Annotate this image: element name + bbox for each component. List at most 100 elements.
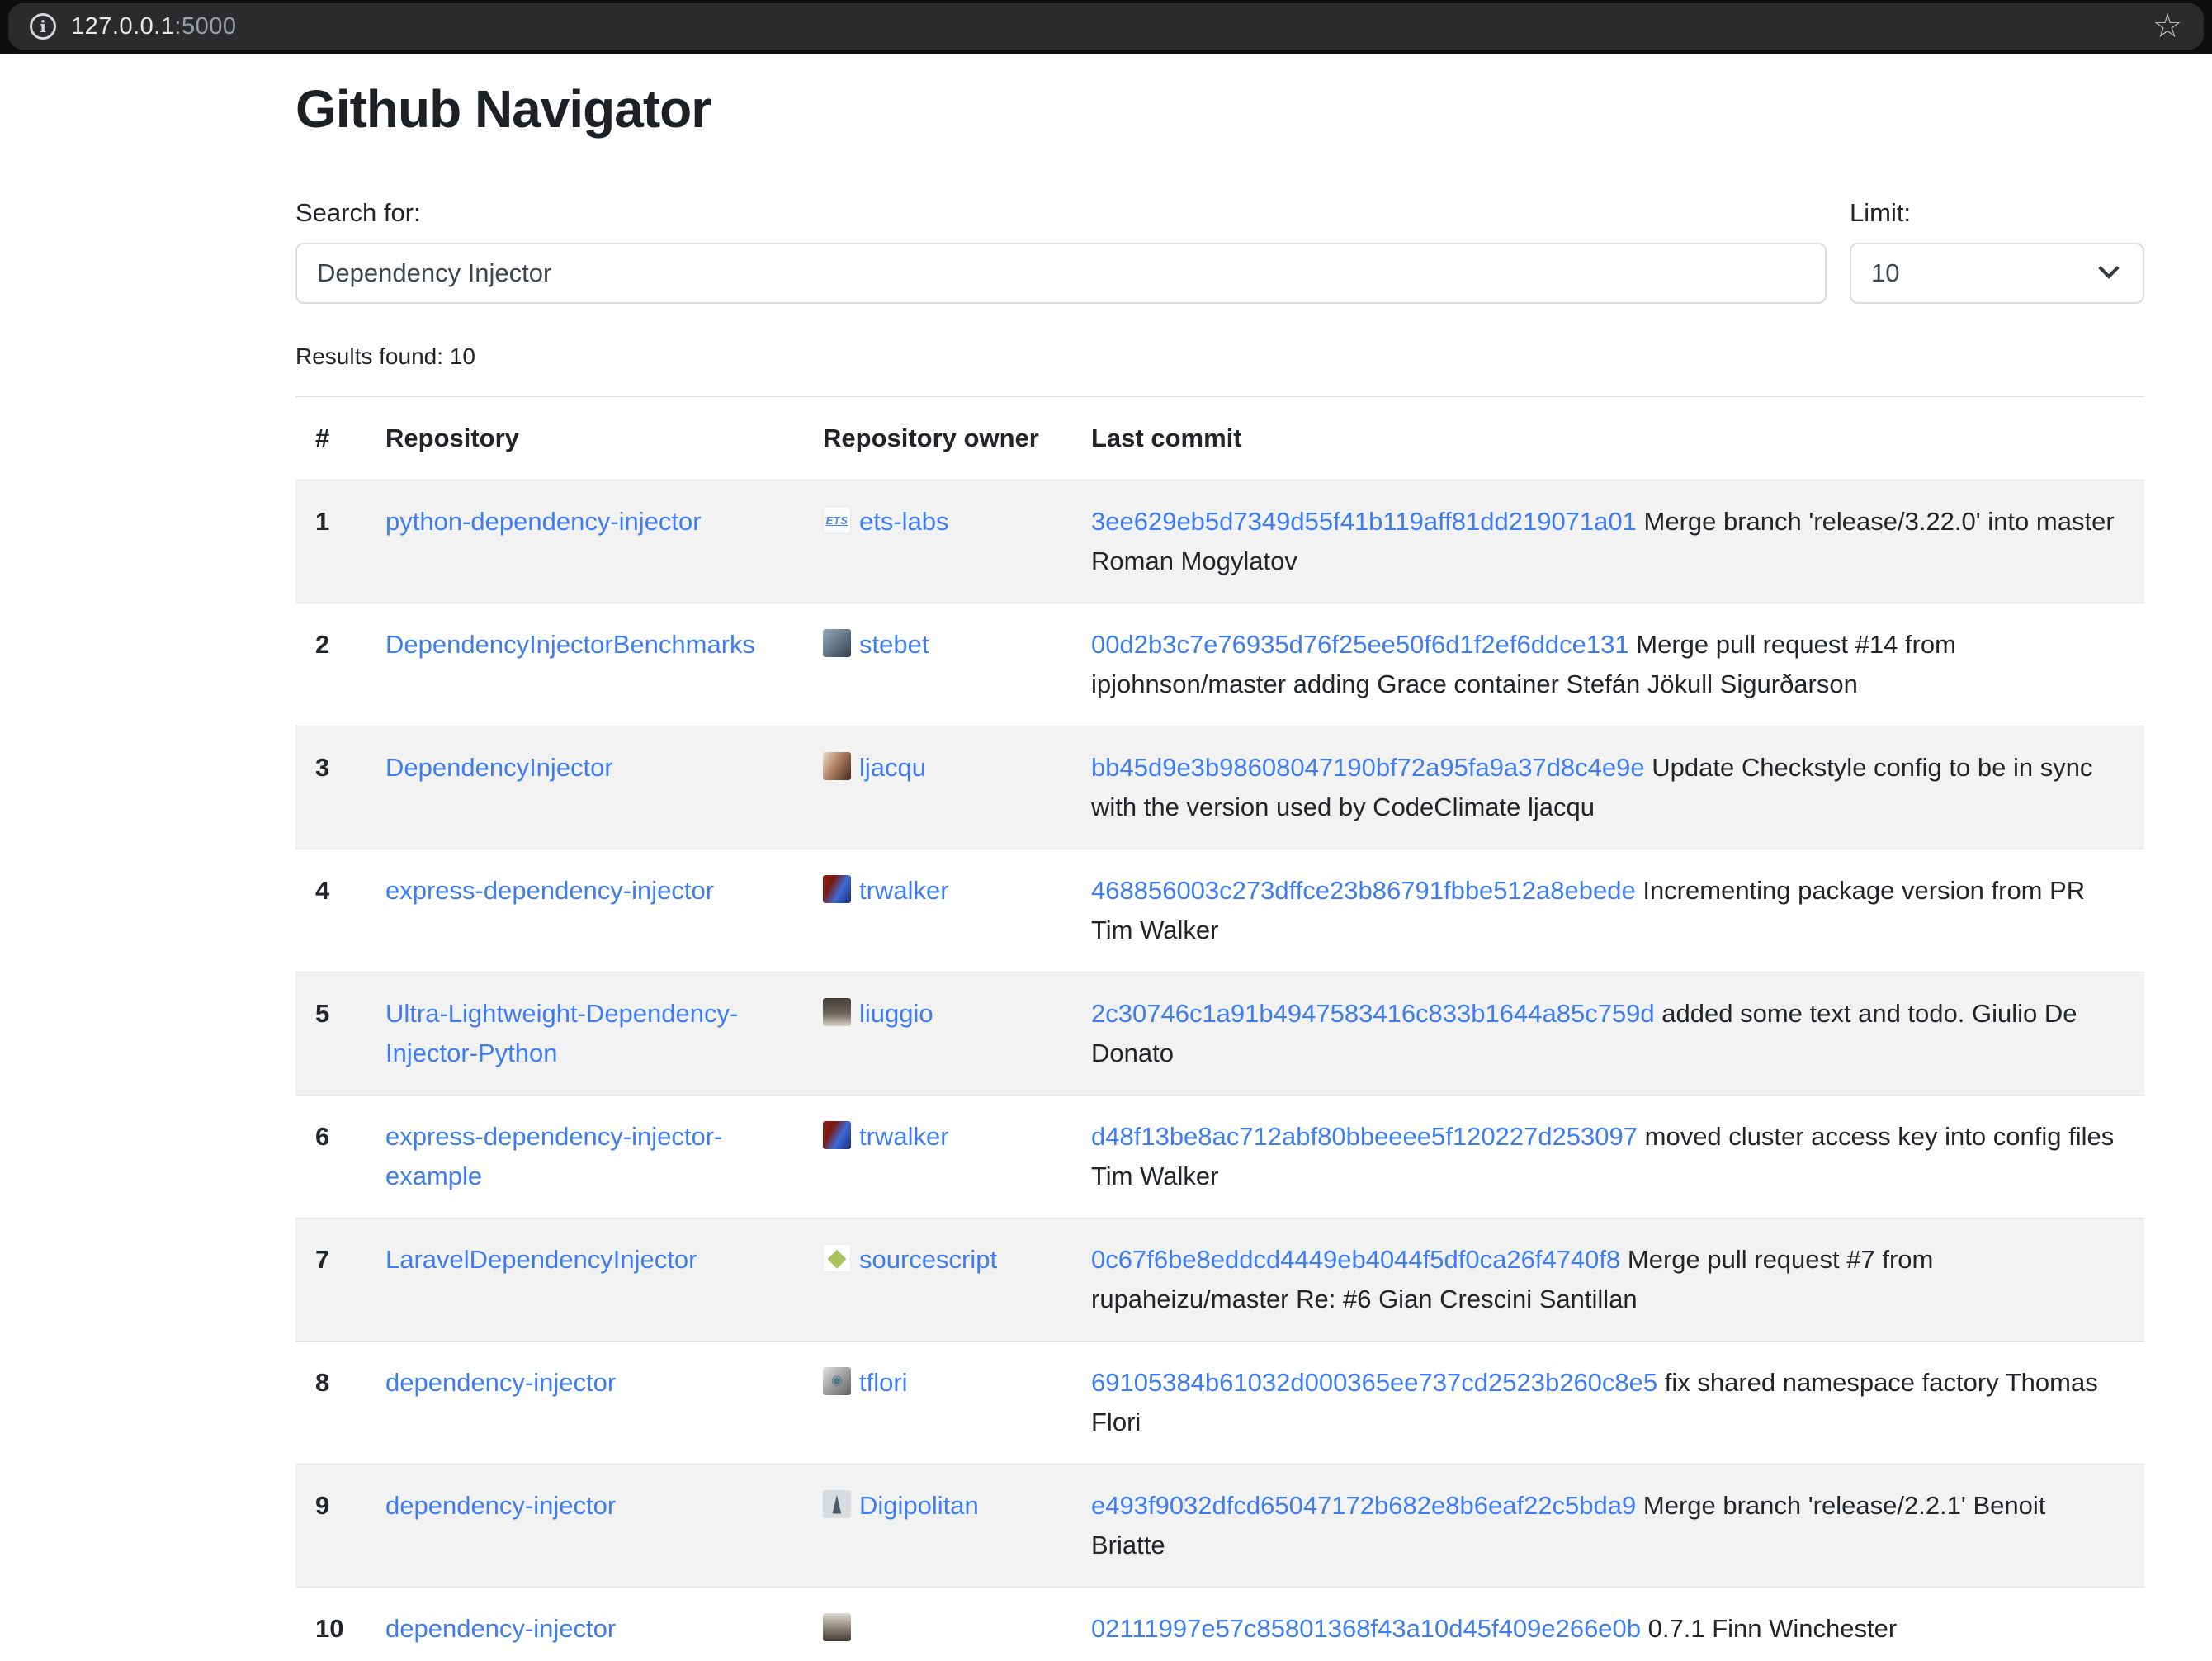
header-num: #	[295, 396, 366, 480]
row-number: 2	[295, 603, 366, 726]
commit-hash-link[interactable]: 02111997e57c85801368f43a10d45f409e266e0b	[1091, 1614, 1641, 1643]
table-row: 4 express-dependency-injector trwalker 4…	[295, 849, 2144, 972]
header-repository: Repository	[366, 396, 803, 480]
commit-hash-link[interactable]: bb45d9e3b98608047190bf72a95fa9a37d8c4e9e	[1091, 753, 1645, 782]
avatar-glyph: ▲	[830, 1490, 844, 1518]
search-form: Search for: Limit: 10	[295, 198, 2144, 304]
commit-cell: 00d2b3c7e76935d76f25ee50f6d1f2ef6ddce131…	[1071, 603, 2144, 726]
row-number: 6	[295, 1095, 366, 1218]
repo-cell: dependency-injector	[366, 1341, 803, 1464]
repo-link[interactable]: DependencyInjector	[385, 753, 613, 782]
url-host: 127.0.0.1	[71, 13, 174, 40]
owner-link[interactable]: ets-labs	[859, 507, 949, 536]
table-row: 8 dependency-injector ◉ tflori 69105384b6…	[295, 1341, 2144, 1464]
row-number: 5	[295, 972, 366, 1095]
commit-hash-link[interactable]: 69105384b61032d000365ee737cd2523b260c8e5	[1091, 1368, 1657, 1397]
page-content: Github Navigator Search for: Limit: 10 R…	[0, 79, 2212, 1661]
commit-cell: 3ee629eb5d7349d55f41b119aff81dd219071a01…	[1071, 480, 2144, 603]
commit-cell: 0c67f6be8eddcd4449eb4044f5df0ca26f4740f8…	[1071, 1218, 2144, 1341]
row-number: 8	[295, 1341, 366, 1464]
stebet-photo-avatar	[823, 629, 851, 657]
commit-hash-link[interactable]: 2c30746c1a91b4947583416c833b1644a85c759d	[1091, 999, 1655, 1028]
owner-link[interactable]: tflori	[859, 1368, 908, 1397]
ljacqu-photo-avatar	[823, 752, 851, 780]
owner-break	[823, 1649, 1052, 1660]
repo-link[interactable]: express-dependency-injector-example	[385, 1122, 722, 1190]
owner-link[interactable]: liuggio	[859, 999, 933, 1028]
table-row: 9 dependency-injector ▲ Digipolitan e493f…	[295, 1464, 2144, 1587]
repo-cell: express-dependency-injector	[366, 849, 803, 972]
repo-link[interactable]: dependency-injector	[385, 1368, 616, 1397]
repo-link[interactable]: dependency-injector	[385, 1614, 616, 1643]
browser-chrome: i 127.0.0.1:5000 ☆	[0, 0, 2212, 54]
repo-cell: express-dependency-injector-example	[366, 1095, 803, 1218]
liuggio-photo-avatar	[823, 998, 851, 1026]
owner-link[interactable]: sourcescript	[859, 1245, 997, 1274]
table-row: 6 express-dependency-injector-example tr…	[295, 1095, 2144, 1218]
row-number: 10	[295, 1587, 366, 1661]
table-row: 10 dependency-injector FinnWinchester 02…	[295, 1587, 2144, 1661]
search-input[interactable]	[295, 243, 1827, 304]
table-header-row: # Repository Repository owner Last commi…	[295, 396, 2144, 480]
commit-hash-link[interactable]: e493f9032dfcd65047172b682e8b6eaf22c5bda9	[1091, 1491, 1636, 1520]
commit-hash-link[interactable]: 00d2b3c7e76935d76f25ee50f6d1f2ef6ddce131	[1091, 630, 1629, 659]
repo-link[interactable]: python-dependency-injector	[385, 507, 702, 536]
url-text[interactable]: 127.0.0.1:5000	[71, 13, 237, 40]
commit-cell: 2c30746c1a91b4947583416c833b1644a85c759d…	[1071, 972, 2144, 1095]
owner-link[interactable]: ljacqu	[859, 753, 926, 782]
repo-cell: dependency-injector	[366, 1464, 803, 1587]
row-number: 7	[295, 1218, 366, 1341]
ets-labs-logo-avatar: ETS	[823, 506, 851, 534]
url-port: :5000	[174, 13, 236, 40]
commit-hash-link[interactable]: d48f13be8ac712abf80bbeeee5f120227d253097	[1091, 1122, 1638, 1151]
owner-cell: ETS ets-labs	[803, 480, 1071, 603]
search-field-group: Search for:	[295, 198, 1827, 304]
table-row: 3 DependencyInjector ljacqu bb45d9e3b986…	[295, 726, 2144, 849]
owner-link[interactable]: trwalker	[859, 1122, 949, 1151]
header-last-commit: Last commit	[1071, 396, 2144, 480]
row-number: 4	[295, 849, 366, 972]
owner-link[interactable]: trwalker	[859, 876, 949, 905]
table-row: 2 DependencyInjectorBenchmarks stebet 00…	[295, 603, 2144, 726]
commit-hash-link[interactable]: 3ee629eb5d7349d55f41b119aff81dd219071a01	[1091, 507, 1637, 536]
repo-cell: LaravelDependencyInjector	[366, 1218, 803, 1341]
limit-label: Limit:	[1850, 198, 2144, 228]
owner-link[interactable]: Digipolitan	[859, 1491, 979, 1520]
repo-link[interactable]: LaravelDependencyInjector	[385, 1245, 697, 1274]
repo-link[interactable]: dependency-injector	[385, 1491, 616, 1520]
repo-link[interactable]: Ultra-Lightweight-Dependency-Injector-Py…	[385, 999, 738, 1067]
repo-link[interactable]: DependencyInjectorBenchmarks	[385, 630, 755, 659]
digipolitan-tower-avatar: ▲	[823, 1490, 851, 1518]
site-info-icon[interactable]: i	[30, 13, 56, 40]
avatar-glyph: ◉	[831, 1375, 843, 1388]
repo-cell: DependencyInjectorBenchmarks	[366, 603, 803, 726]
commit-cell: 02111997e57c85801368f43a10d45f409e266e0b…	[1071, 1587, 2144, 1661]
header-repository-owner: Repository owner	[803, 396, 1071, 480]
commit-message: 0.7.1 Finn Winchester	[1641, 1614, 1897, 1643]
commit-hash-link[interactable]: 0c67f6be8eddcd4449eb4044f5df0ca26f4740f8	[1091, 1245, 1620, 1274]
owner-cell: ljacqu	[803, 726, 1071, 849]
repo-cell: Ultra-Lightweight-Dependency-Injector-Py…	[366, 972, 803, 1095]
address-bar[interactable]: i 127.0.0.1:5000 ☆	[8, 3, 2204, 50]
row-number: 3	[295, 726, 366, 849]
commit-cell: 69105384b61032d000365ee737cd2523b260c8e5…	[1071, 1341, 2144, 1464]
trwalker-ninja-avatar	[823, 875, 851, 903]
repo-cell: python-dependency-injector	[366, 480, 803, 603]
owner-link[interactable]: stebet	[859, 630, 929, 659]
table-row: 7 LaravelDependencyInjector ◆sourcescrip…	[295, 1218, 2144, 1341]
results-table-body: 1 python-dependency-injector ETS ets-labs…	[295, 480, 2144, 1661]
commit-hash-link[interactable]: 468856003c273dffce23b86791fbbe512a8ebede	[1091, 876, 1636, 905]
row-number: 1	[295, 480, 366, 603]
owner-cell: trwalker	[803, 1095, 1071, 1218]
limit-field-group: Limit: 10	[1850, 198, 2144, 304]
limit-select[interactable]: 10	[1850, 243, 2144, 304]
row-number: 9	[295, 1464, 366, 1587]
bookmark-star-icon[interactable]: ☆	[2153, 10, 2182, 43]
owner-cell: FinnWinchester	[803, 1587, 1071, 1661]
repo-cell: dependency-injector	[366, 1587, 803, 1661]
commit-cell: d48f13be8ac712abf80bbeeee5f120227d253097…	[1071, 1095, 2144, 1218]
page-title: Github Navigator	[295, 79, 2144, 140]
repo-link[interactable]: express-dependency-injector	[385, 876, 714, 905]
results-table: # Repository Repository owner Last commi…	[295, 396, 2144, 1661]
results-summary: Results found: 10	[295, 343, 2144, 370]
